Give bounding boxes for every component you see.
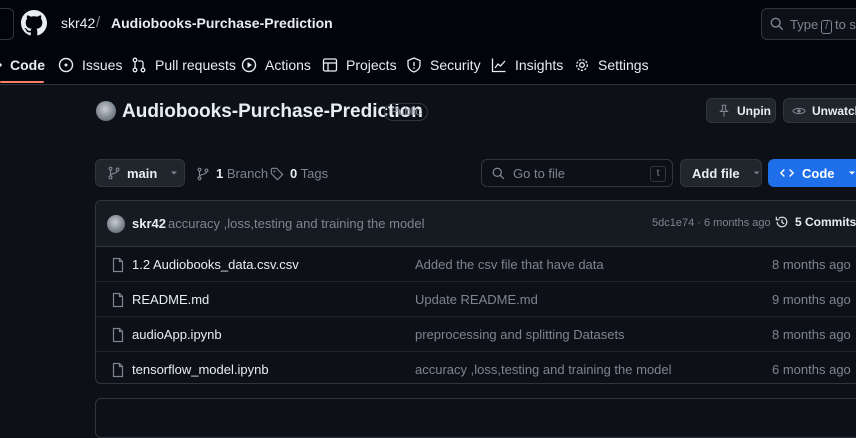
branch-label: Branch [227,166,268,181]
unwatch-label: Unwatch [812,104,856,118]
branch-count: 1 [216,166,223,181]
file-commit-date: 9 months ago [772,292,851,307]
tab-insights-label: Insights [515,57,563,73]
commit-message-link[interactable]: accuracy ,loss,testing and training the … [168,216,425,231]
commits-count-label: 5 Commits [795,215,856,229]
tab-code-label: Code [10,57,45,73]
file-commit-date: 8 months ago [772,257,851,272]
go-to-file-shortcut: t [650,166,666,182]
tags-link[interactable]: 0 Tags [270,166,328,181]
unpin-label: Unpin [737,104,771,118]
file-list: skr42 accuracy ,loss,testing and trainin… [95,200,856,384]
tab-actions-label: Actions [265,57,311,73]
git-branch-icon [107,166,121,180]
code-button-label: Code [802,166,835,181]
issue-icon [58,57,74,73]
chevron-down-icon [752,168,761,178]
table-icon [322,57,338,73]
latest-commit-bar: skr42 accuracy ,loss,testing and trainin… [96,201,856,247]
git-branch-icon [196,167,210,181]
add-file-button[interactable]: Add file [680,159,762,187]
play-icon [241,57,257,73]
code-icon [780,166,794,180]
file-icon [110,257,126,273]
eye-icon [792,104,806,118]
file-name-link[interactable]: 1.2 Audiobooks_data.csv.csv [132,257,299,272]
tab-actions[interactable]: Actions [241,56,311,74]
file-name-link[interactable]: README.md [132,292,209,307]
graph-icon [491,57,507,73]
file-row[interactable]: README.md Update README.md 9 months ago [96,282,856,317]
tab-security-label: Security [430,57,481,73]
global-search-input[interactable]: Type/to se [761,8,856,40]
commit-hash-time[interactable]: 5dc1e74 · 6 months ago [652,217,771,229]
tab-issues-label: Issues [82,57,122,73]
file-icon [110,327,126,343]
search-hint: Type/to se [790,17,856,34]
tab-projects-label: Projects [346,57,397,73]
github-logo-icon[interactable] [21,10,47,36]
tab-pull-requests-label: Pull requests [155,57,236,73]
branches-link[interactable]: 1 Branch [196,166,268,181]
file-commit-date: 6 months ago [772,362,851,377]
chevron-down-icon [169,168,179,178]
go-to-file-placeholder: Go to file [513,166,565,181]
tab-settings[interactable]: Settings [574,56,649,74]
tag-label: Tags [301,166,328,181]
repo-title[interactable]: Audiobooks-Purchase-Prediction [122,101,423,123]
top-header: skr42 / Audiobooks-Purchase-Prediction T… [0,0,856,85]
file-row[interactable]: tensorflow_model.ipynb accuracy ,loss,te… [96,352,856,384]
tab-issues[interactable]: Issues [58,56,122,74]
breadcrumb-repo-link[interactable]: Audiobooks-Purchase-Prediction [111,15,333,31]
tab-security[interactable]: Security [406,56,481,74]
tab-settings-label: Settings [598,57,649,73]
tag-count: 0 [290,166,297,181]
code-icon [0,57,2,73]
avatar[interactable] [107,215,125,233]
tab-insights[interactable]: Insights [491,56,563,74]
history-icon [775,215,789,229]
file-commit-message[interactable]: Update README.md [415,292,538,307]
chevron-down-icon [847,168,856,178]
tab-code[interactable]: Code [0,56,45,74]
gear-icon [574,57,590,73]
unpin-button[interactable]: Unpin [706,98,776,123]
search-icon [770,17,784,31]
active-tab-indicator [0,81,44,83]
file-icon [110,292,126,308]
add-file-label: Add file [692,166,740,181]
unwatch-button[interactable]: Unwatch [783,98,856,123]
tag-icon [270,167,284,181]
file-row[interactable]: 1.2 Audiobooks_data.csv.csv Added the cs… [96,247,856,282]
commits-history-link[interactable]: 5 Commits [775,215,856,229]
branch-name: main [127,166,157,181]
hamburger-menu-button[interactable] [0,8,14,40]
code-dropdown-button[interactable]: Code [768,159,856,187]
shield-icon [406,57,422,73]
tab-pull-requests[interactable]: Pull requests [131,56,236,74]
pull-request-icon [131,57,147,73]
visibility-badge: Public [384,103,428,121]
breadcrumb-separator: / [96,14,100,31]
file-row[interactable]: audioApp.ipynb preprocessing and splitti… [96,317,856,352]
file-name-link[interactable]: tensorflow_model.ipynb [132,362,269,377]
commit-author-link[interactable]: skr42 [132,216,166,231]
go-to-file-input[interactable]: Go to file t [481,159,673,187]
branch-selector[interactable]: main [95,159,185,187]
file-commit-message[interactable]: accuracy ,loss,testing and training the … [415,362,672,377]
tab-projects[interactable]: Projects [322,56,397,74]
file-icon [110,362,126,378]
search-icon [492,167,505,180]
file-commit-message[interactable]: preprocessing and splitting Datasets [415,327,625,342]
repo-owner-avatar[interactable] [96,101,116,121]
readme-panel [95,398,856,438]
pin-icon [717,104,731,118]
file-commit-date: 8 months ago [772,327,851,342]
breadcrumb-owner-link[interactable]: skr42 [61,15,95,31]
file-commit-message[interactable]: Added the csv file that have data [415,257,604,272]
file-name-link[interactable]: audioApp.ipynb [132,327,222,342]
